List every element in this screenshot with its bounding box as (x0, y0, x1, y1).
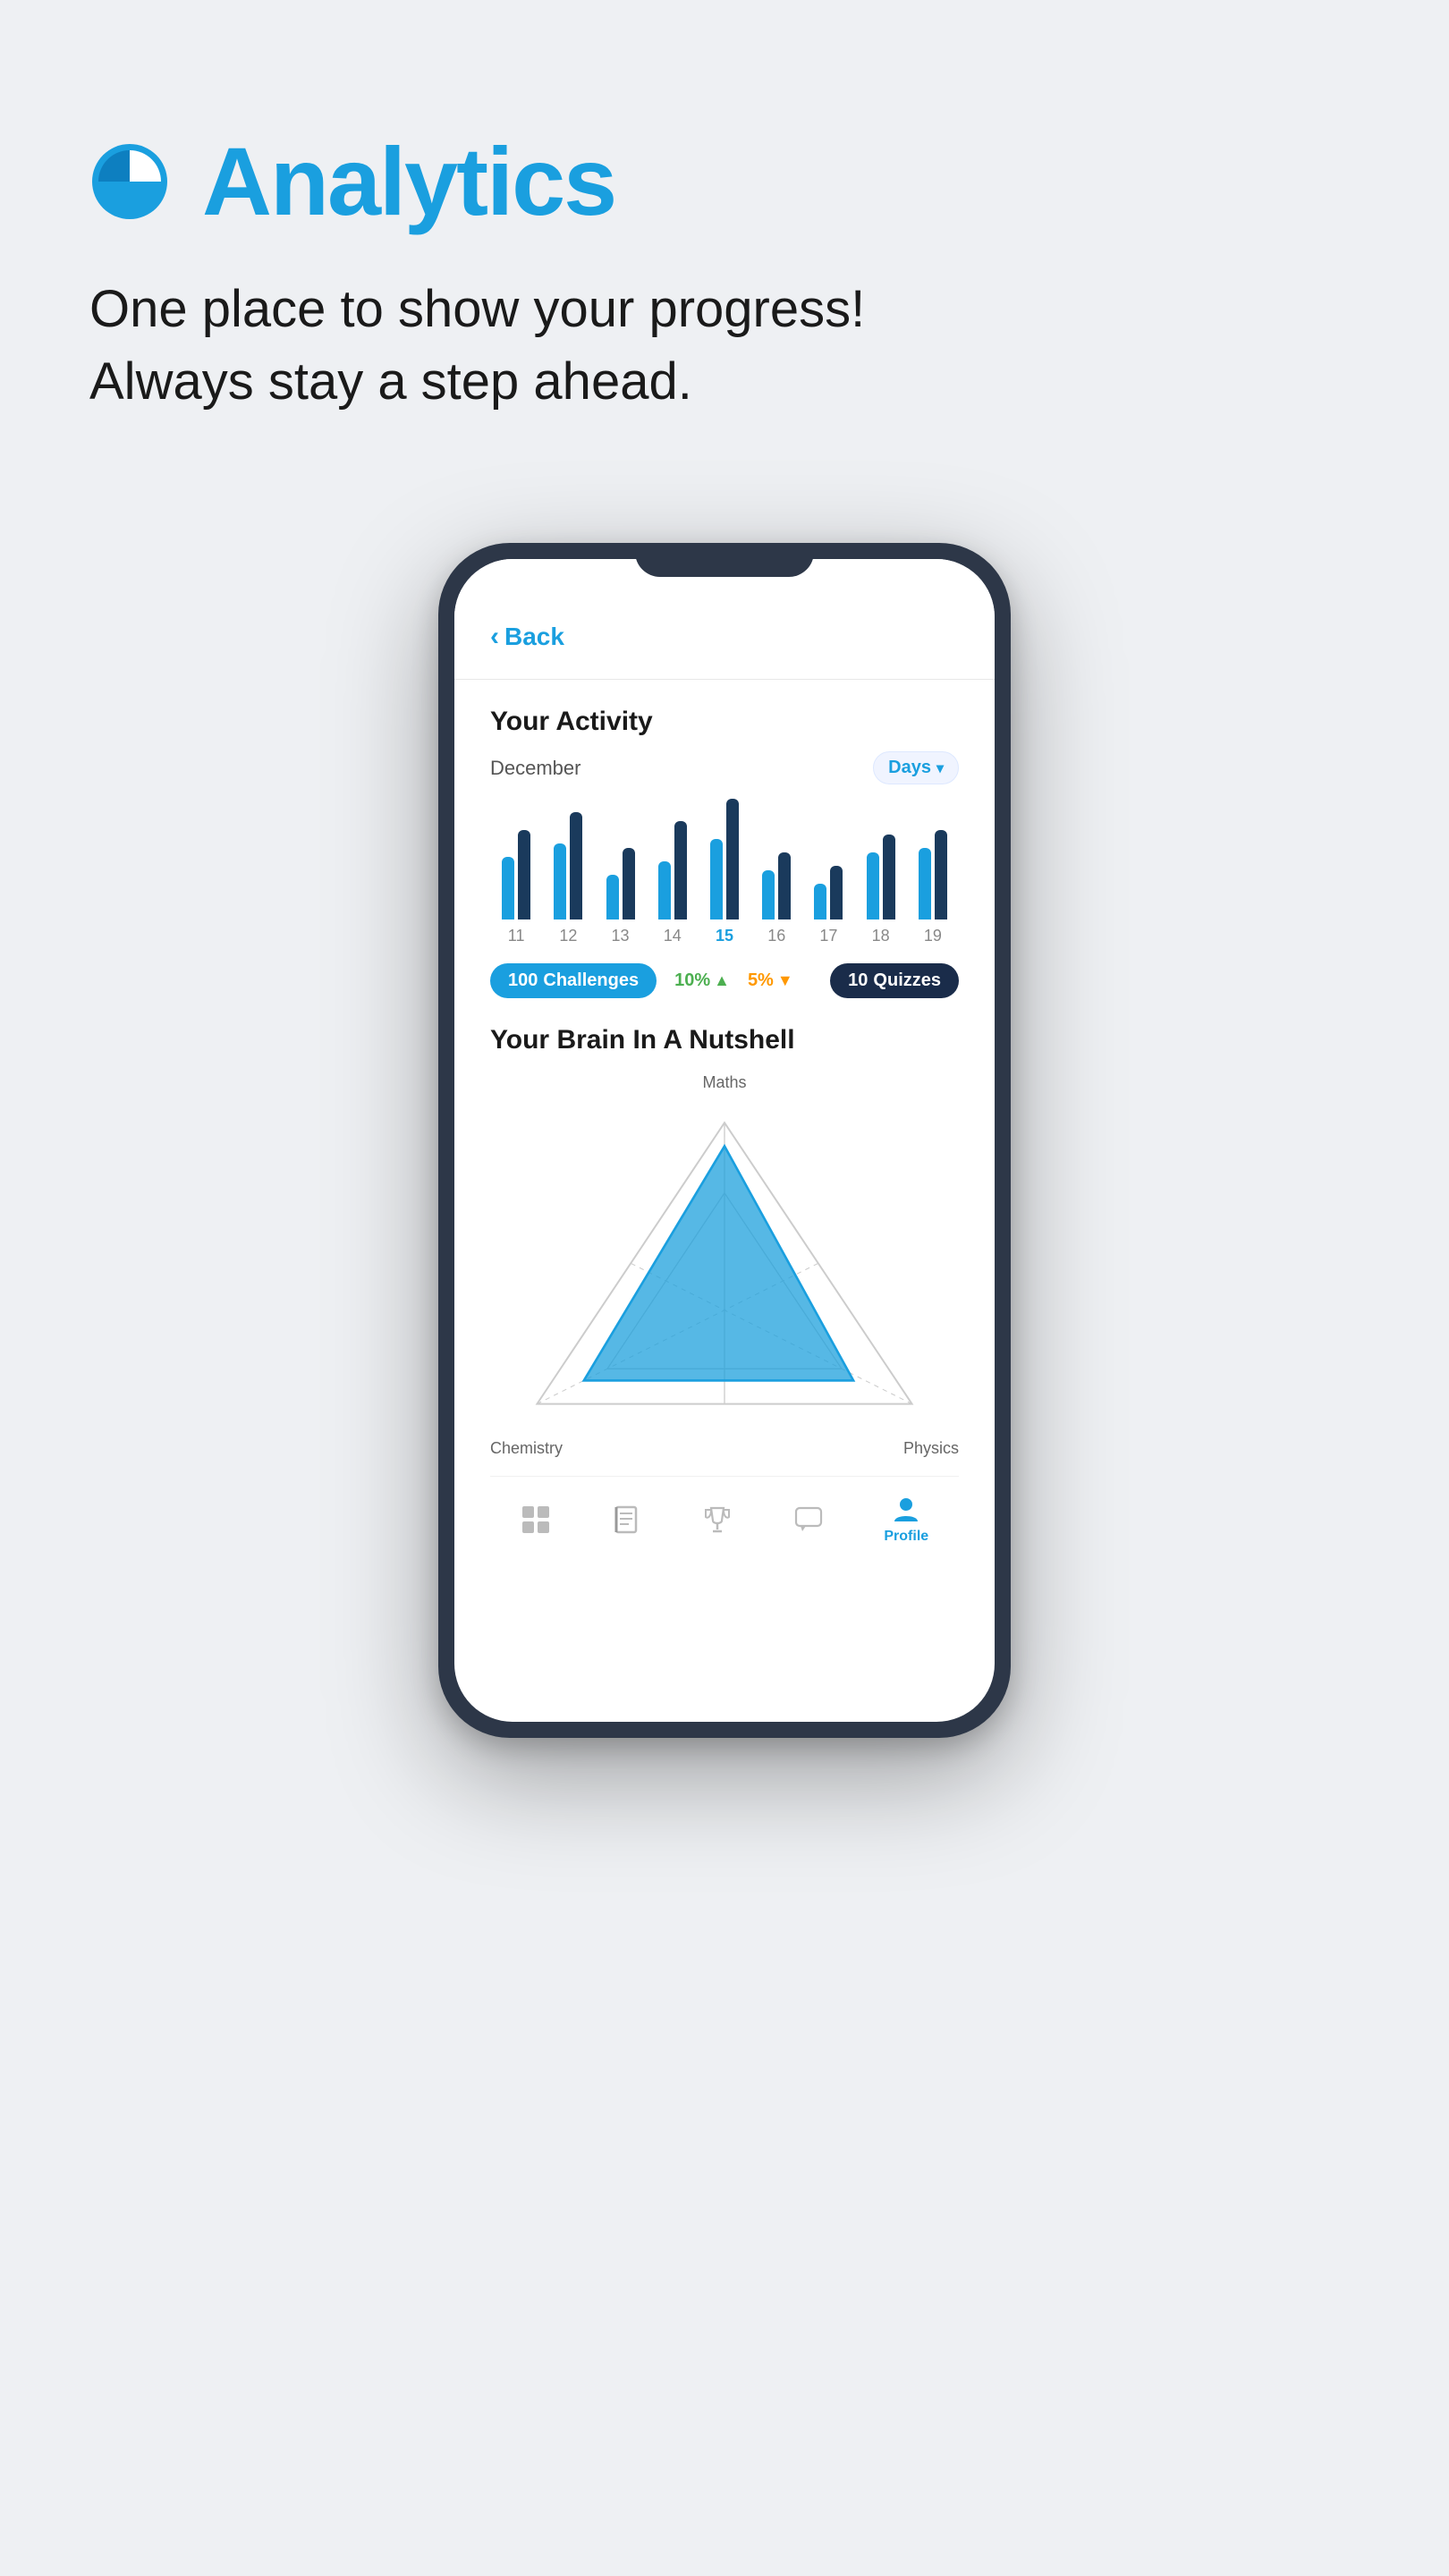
month-label: December (490, 757, 580, 780)
challenges-badge: 100 Challenges (490, 963, 657, 998)
bar-group-15: 15 (710, 794, 739, 945)
phone-outer: ‹ Back Your Activity December Days ▾ (438, 543, 1011, 1738)
page-title: Analytics (202, 125, 615, 237)
filter-label: Days (888, 758, 931, 778)
bar-16-b (778, 852, 791, 919)
bar-group-12: 12 (554, 794, 582, 945)
trend-down-icon: ▼ (777, 971, 793, 990)
bar-12-b (570, 812, 582, 919)
bar-11-a (502, 857, 514, 919)
nav-item-lessons[interactable] (611, 1504, 641, 1535)
bar-label-14: 14 (664, 927, 682, 945)
phone-content: ‹ Back Your Activity December Days ▾ (454, 559, 995, 1598)
stats-row: 100 Challenges 10% ▲ 5% ▼ 10 (490, 963, 959, 998)
bar-17-a (814, 884, 826, 919)
bar-label-18: 18 (872, 927, 890, 945)
bar-group-16: 16 (762, 794, 791, 945)
percent1-stat: 10% ▲ (674, 970, 730, 991)
challenges-num: 100 (508, 970, 538, 991)
radar-label-physics: Physics (903, 1439, 959, 1458)
radar-labels-bottom: Chemistry Physics (490, 1439, 959, 1458)
analytics-icon (89, 141, 170, 222)
activity-title: Your Activity (490, 707, 959, 737)
bar-group-17: 17 (814, 794, 843, 945)
book-icon (611, 1504, 641, 1535)
phone-inner: ‹ Back Your Activity December Days ▾ (454, 559, 995, 1722)
bar-14-b (674, 821, 687, 919)
nav-item-dashboard[interactable] (521, 1504, 551, 1535)
dropdown-arrow-icon: ▾ (936, 759, 944, 777)
header-title-row: Analytics (89, 125, 1360, 237)
brain-title: Your Brain In A Nutshell (490, 1025, 959, 1055)
percent1-value: 10% (674, 970, 710, 991)
bar-13-b (623, 848, 635, 919)
percent2-stat: 5% ▼ (748, 970, 793, 991)
challenges-label: Challenges (543, 970, 639, 991)
nav-divider (454, 679, 995, 680)
bar-chart: 11 12 (490, 802, 959, 945)
bar-18-a (867, 852, 879, 919)
bar-15-b (726, 799, 739, 919)
phone-container: ‹ Back Your Activity December Days ▾ (0, 543, 1449, 1827)
radar-label-chemistry: Chemistry (490, 1439, 563, 1458)
back-chevron-icon: ‹ (490, 622, 499, 652)
days-dropdown[interactable]: Days ▾ (873, 751, 959, 784)
brain-section: Your Brain In A Nutshell Maths (490, 1025, 959, 1458)
nav-item-messages[interactable] (793, 1504, 824, 1535)
back-button[interactable]: ‹ Back (490, 622, 959, 652)
quizzes-badge: 10 Quizzes (830, 963, 959, 998)
bar-18-b (883, 835, 895, 919)
bar-19-b (935, 830, 947, 919)
header-section: Analytics One place to show your progres… (0, 0, 1449, 471)
header-subtitle: One place to show your progress! Always … (89, 273, 1360, 418)
trend-up-icon: ▲ (714, 971, 730, 990)
bar-label-11: 11 (508, 927, 525, 945)
bar-17-b (830, 866, 843, 919)
bar-14-a (658, 861, 671, 919)
radar-chart: Maths (490, 1073, 959, 1458)
bottom-nav: Profile (490, 1476, 959, 1572)
profile-nav-label: Profile (884, 1529, 928, 1545)
activity-header: December Days ▾ (490, 751, 959, 784)
bar-group-19: 19 (919, 794, 947, 945)
bar-label-19: 19 (924, 927, 942, 945)
quizzes-num: 10 (848, 970, 868, 991)
bar-label-12: 12 (559, 927, 577, 945)
quizzes-label: Quizzes (873, 970, 941, 991)
radar-svg (490, 1099, 959, 1428)
phone-notch (635, 543, 814, 577)
bar-15-a (710, 839, 723, 919)
chat-icon (793, 1504, 824, 1535)
nav-item-profile[interactable]: Profile (884, 1495, 928, 1545)
bar-label-17: 17 (819, 927, 837, 945)
bar-12-a (554, 843, 566, 919)
activity-section: Your Activity December Days ▾ (490, 707, 959, 998)
bar-label-16: 16 (767, 927, 785, 945)
bar-group-11: 11 (502, 794, 530, 945)
bar-19-a (919, 848, 931, 919)
trophy-icon (702, 1504, 733, 1535)
bar-label-13: 13 (612, 927, 630, 945)
bar-group-18: 18 (867, 794, 895, 945)
percent2-value: 5% (748, 970, 774, 991)
bar-11-b (518, 830, 530, 919)
radar-label-maths: Maths (490, 1073, 959, 1092)
nav-item-achievements[interactable] (702, 1504, 733, 1535)
bar-group-13: 13 (606, 794, 635, 945)
bar-16-a (762, 870, 775, 919)
back-label: Back (504, 623, 564, 651)
bar-label-15: 15 (716, 927, 733, 945)
bar-13-a (606, 875, 619, 919)
dashboard-icon (521, 1504, 551, 1535)
profile-icon (891, 1495, 921, 1525)
bar-group-14: 14 (658, 794, 687, 945)
